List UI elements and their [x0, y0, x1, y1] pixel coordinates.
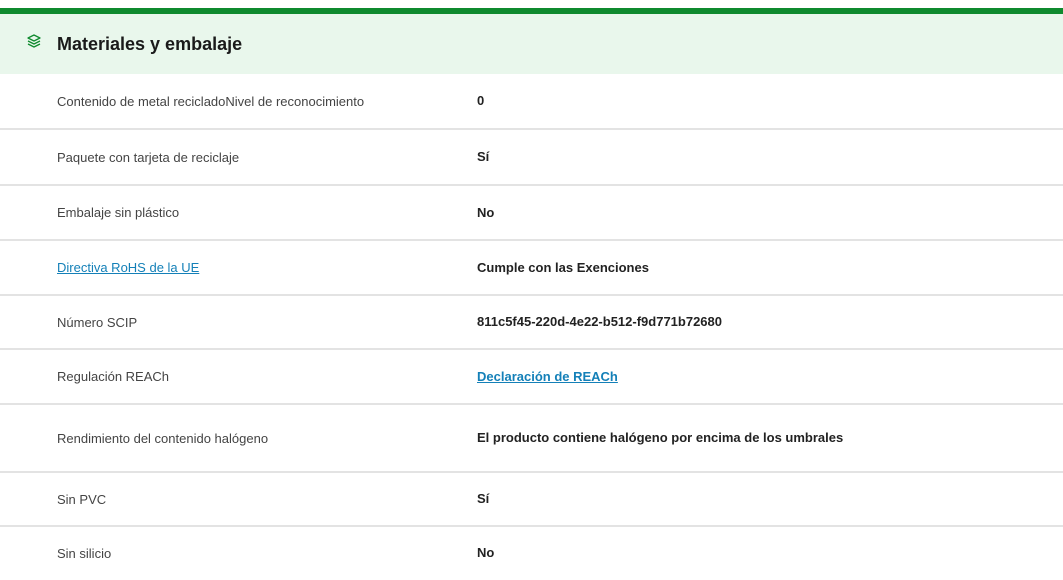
table-row: Número SCIP 811c5f45-220d-4e22-b512-f9d7…: [0, 296, 1063, 350]
table-row: Rendimiento del contenido halógeno El pr…: [0, 405, 1063, 473]
row-label: Sin PVC: [57, 491, 107, 507]
row-value: No: [477, 204, 495, 220]
row-value: 0: [477, 93, 485, 108]
row-value: Sí: [477, 149, 490, 164]
row-value: El producto contiene halógeno por encima…: [477, 430, 844, 445]
row-label: Sin silicio: [57, 545, 112, 561]
leaf-layers-icon: [25, 32, 43, 50]
page: Materiales y embalaje Contenido de metal…: [0, 8, 1063, 580]
table-row: Sin silicio No: [0, 527, 1063, 579]
table-row: Embalaje sin plástico No: [0, 186, 1063, 241]
row-value: Sí: [477, 491, 490, 506]
spec-table: Contenido de metal recicladoNivel de rec…: [0, 74, 1063, 579]
row-value: 811c5f45-220d-4e22-b512-f9d771b72680: [477, 314, 723, 329]
row-value: No: [477, 545, 495, 560]
section-title: Materiales y embalaje: [57, 33, 243, 54]
rohs-directive-link[interactable]: Directiva RoHS de la UE: [57, 260, 199, 275]
row-label: Embalaje sin plástico: [57, 205, 180, 220]
row-label: Contenido de metal recicladoNivel de rec…: [57, 93, 365, 109]
row-label: Paquete con tarjeta de reciclaje: [57, 149, 240, 165]
row-value: Cumple con las Exenciones: [477, 259, 649, 275]
table-row: Paquete con tarjeta de reciclaje Sí: [0, 130, 1063, 186]
row-label: Regulación REACh: [57, 369, 170, 384]
table-row: Contenido de metal recicladoNivel de rec…: [0, 74, 1063, 130]
row-label: Número SCIP: [57, 314, 138, 330]
reach-declaration-link[interactable]: Declaración de REACh: [477, 369, 618, 384]
section-header: Materiales y embalaje: [0, 14, 1063, 74]
table-row: Sin PVC Sí: [0, 473, 1063, 527]
table-row: Directiva RoHS de la UE Cumple con las E…: [0, 241, 1063, 296]
row-label: Rendimiento del contenido halógeno: [57, 430, 269, 446]
table-row: Regulación REACh Declaración de REACh: [0, 350, 1063, 405]
